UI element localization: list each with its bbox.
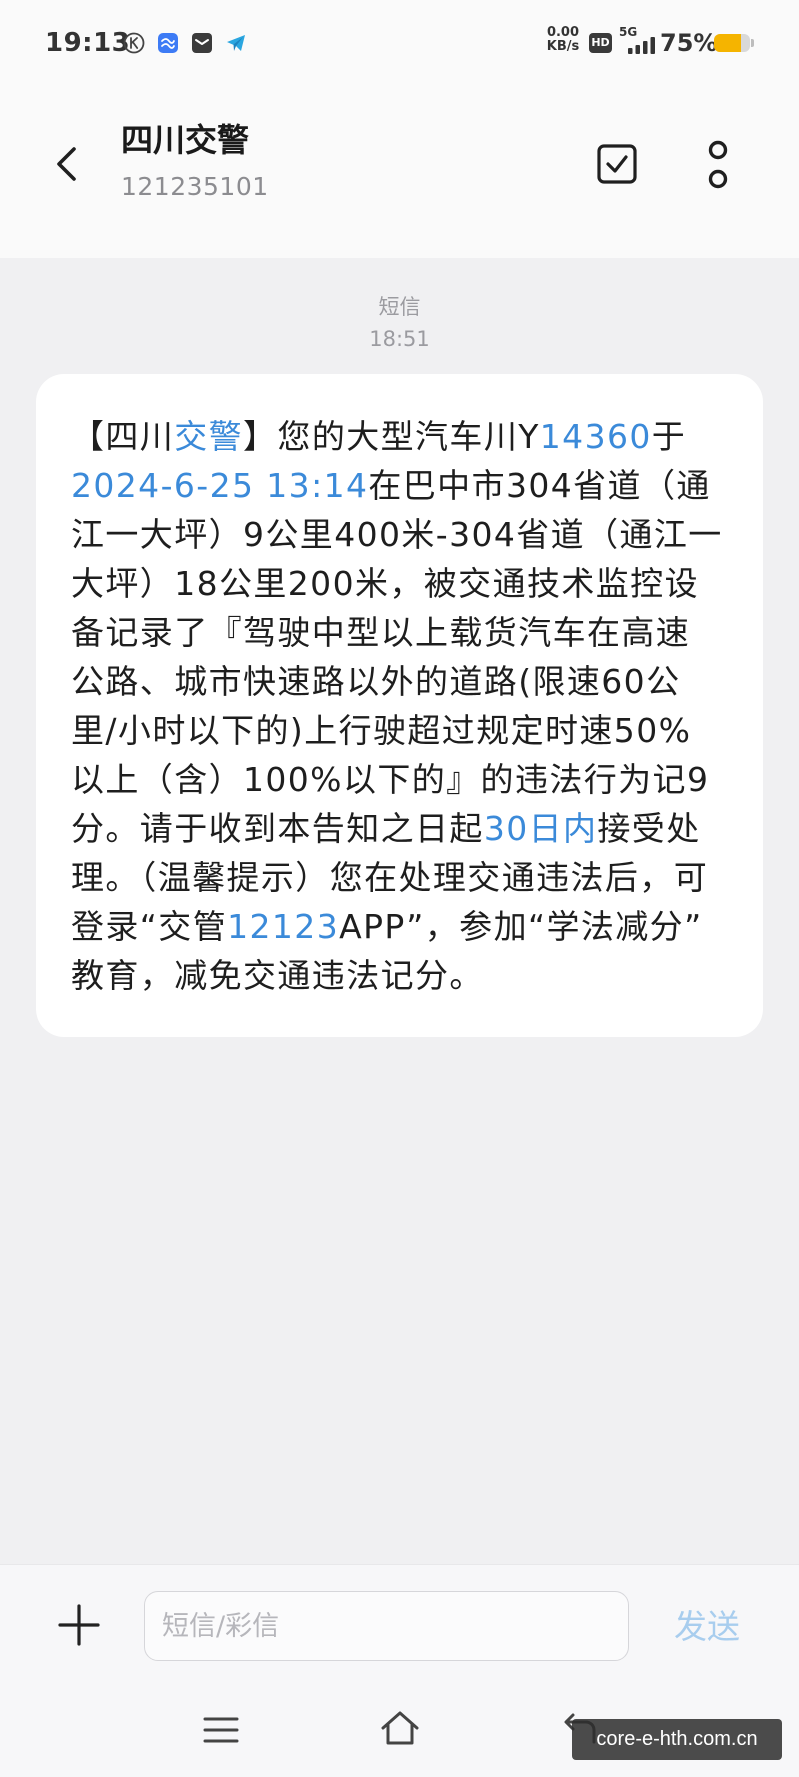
message-line: 登录“交管12123APP”，参加“学法减分” (71, 902, 743, 951)
signal-icon (628, 37, 655, 54)
more-options-button[interactable] (704, 138, 732, 192)
message-text: 在巴中市304省道（通 (368, 466, 711, 505)
message-link[interactable]: 30日内 (484, 809, 598, 848)
contact-number: 121235101 (121, 172, 269, 201)
battery-icon (714, 34, 750, 52)
message-line: 公路、城市快速路以外的道路(限速60公 (71, 657, 743, 706)
message-text: 公路、城市快速路以外的道路(限速60公 (71, 662, 681, 701)
message-text: 江一大坪）9公里400米-304省道（通江一 (71, 515, 723, 554)
paper-plane-icon (227, 35, 245, 51)
message-line: 里/小时以下的)上行驶超过规定时速50% (71, 706, 743, 755)
message-line: 理。（温馨提示）您在处理交通违法后，可 (71, 853, 743, 902)
network-speed: 0.00 KB/s (542, 26, 584, 54)
message-line: 备记录了『驾驶中型以上载货汽车在高速 (71, 608, 743, 657)
message-text: 备记录了『驾驶中型以上载货汽车在高速 (71, 613, 691, 652)
message-text: 分。请于收到本告知之日起 (71, 809, 484, 848)
message-line: 以上（含）100%以下的』的违法行为记9 (71, 755, 743, 804)
network-speed-value: 0.00 (546, 25, 580, 40)
message-type-label: 短信 (378, 295, 421, 319)
message-text: 【四川 (71, 417, 175, 456)
select-messages-button[interactable] (596, 143, 638, 185)
message-link[interactable]: 14360 (540, 417, 652, 456)
message-text: 】您的大型汽车川Y (243, 417, 540, 456)
back-button[interactable] (50, 144, 86, 184)
plus-icon (58, 1604, 100, 1646)
message-link[interactable]: 2024-6-25 13:14 (71, 466, 368, 505)
network-speed-unit: KB/s (546, 39, 580, 54)
k-circle-icon (123, 32, 145, 54)
chevron-left-icon (57, 147, 76, 181)
hd-badge: HD (589, 33, 612, 53)
message-bubble[interactable]: 【四川交警】您的大型汽车川Y14360于 2024-6-25 13:14在巴中市3… (36, 374, 763, 1037)
battery-level-fill (714, 34, 741, 52)
nav-home-button[interactable] (379, 1708, 421, 1748)
message-text: 以上（含）100%以下的』的违法行为记9 (71, 760, 710, 799)
add-attachment-button[interactable] (57, 1603, 101, 1647)
message-text: 理。（温馨提示）您在处理交通违法后，可 (71, 858, 709, 897)
message-line: 教育，减免交通违法记分。 (71, 951, 743, 1000)
more-icon (708, 140, 728, 189)
watermark: core-e-hth.com.cn (572, 1719, 782, 1760)
home-icon (381, 1711, 419, 1745)
message-input[interactable] (144, 1591, 629, 1661)
message-line: 江一大坪）9公里400米-304省道（通江一 (71, 510, 743, 559)
message-text: 大坪）18公里200米，被交通技术监控设 (71, 564, 699, 603)
navigation-bar: core-e-hth.com.cn (0, 1690, 799, 1777)
message-line: 大坪）18公里200米，被交通技术监控设 (71, 559, 743, 608)
message-text: 教育，减免交通违法记分。 (71, 956, 484, 995)
message-line: 2024-6-25 13:14在巴中市304省道（通 (71, 461, 743, 510)
checkbox-icon (597, 144, 637, 184)
send-button[interactable]: 发送 (674, 1607, 740, 1647)
status-time: 19:13 (45, 28, 131, 58)
message-link[interactable]: 12123 (227, 907, 339, 946)
message-line: 分。请于收到本告知之日起30日内接受处 (71, 804, 743, 853)
nav-recents-button[interactable] (202, 1712, 240, 1748)
message-text: 接受处 (597, 809, 701, 848)
menu-icon (203, 1717, 239, 1743)
battery-cap (751, 39, 754, 47)
dark-app-icon (192, 33, 212, 53)
message-link[interactable]: 交警 (174, 417, 243, 456)
blue-app-icon (158, 33, 178, 53)
message-line: 【四川交警】您的大型汽车川Y14360于 (71, 412, 743, 461)
message-text: 里/小时以下的)上行驶超过规定时速50% (71, 711, 692, 750)
message-text: APP”，参加“学法减分” (339, 907, 703, 946)
message-body: 【四川交警】您的大型汽车川Y14360于 2024-6-25 13:14在巴中市3… (71, 412, 743, 1000)
top-bar: 19:13 0.00 KB/s HD 5G 75% 四川交警 121235101 (0, 0, 799, 258)
contact-name: 四川交警 (121, 121, 250, 159)
battery-percent: 75% (660, 29, 718, 57)
message-time: 18:51 (369, 327, 430, 351)
composer: 发送 (0, 1564, 799, 1690)
message-text: 登录“交管 (71, 907, 228, 946)
message-text: 于 (651, 417, 687, 456)
